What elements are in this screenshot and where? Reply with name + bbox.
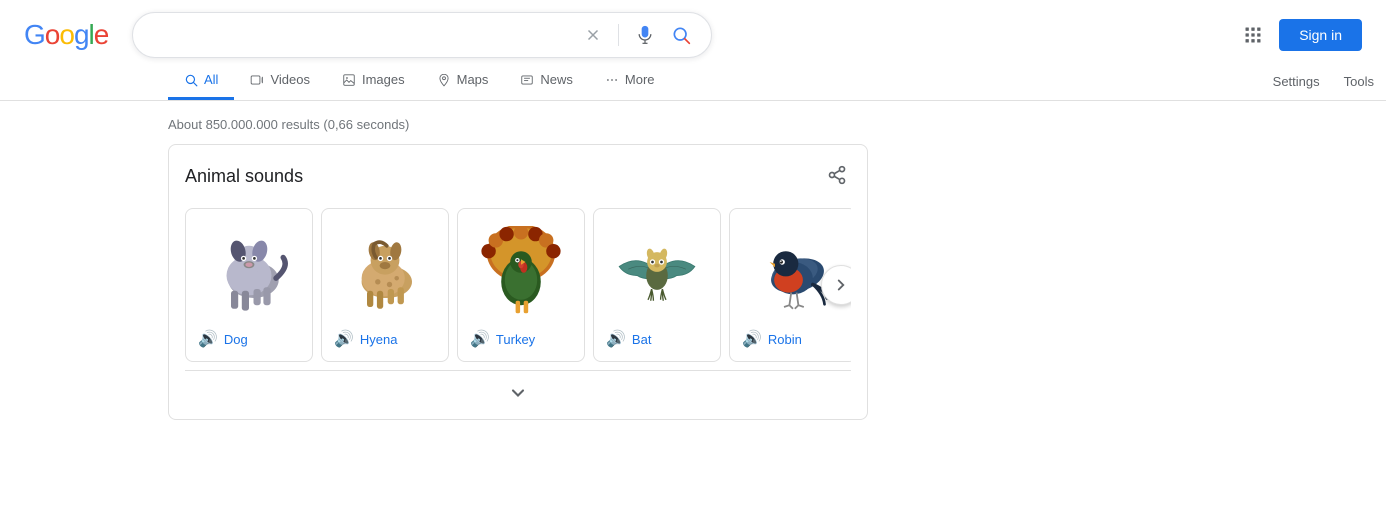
sound-icon-robin: 🔊 — [742, 329, 762, 349]
chevron-right-icon — [832, 276, 850, 294]
animal-name-robin: Robin — [768, 332, 802, 347]
card-title: Animal sounds — [185, 166, 303, 187]
search-input[interactable]: What sound does a dog make — [149, 26, 572, 44]
animal-name-turkey: Turkey — [496, 332, 535, 347]
more-tab-icon — [605, 73, 619, 87]
animal-name-row-robin: 🔊 Robin — [742, 329, 844, 349]
voice-search-button[interactable] — [631, 21, 659, 49]
video-tab-icon — [250, 73, 264, 87]
animal-image-hyena — [334, 221, 436, 321]
tab-videos[interactable]: Videos — [234, 62, 326, 100]
logo-letter-e: e — [94, 19, 109, 50]
sign-in-button[interactable]: Sign in — [1279, 19, 1362, 51]
settings-label: Settings — [1273, 74, 1320, 89]
tab-news-label: News — [540, 72, 573, 87]
chevron-down-icon — [508, 383, 528, 403]
animal-name-hyena: Hyena — [360, 332, 398, 347]
animal-name-row-bat: 🔊 Bat — [606, 329, 708, 349]
tab-videos-label: Videos — [270, 72, 310, 87]
header-right: Sign in — [1235, 17, 1362, 53]
sound-icon-turkey: 🔊 — [470, 329, 490, 349]
share-button[interactable] — [823, 161, 851, 192]
tab-maps-label: Maps — [457, 72, 489, 87]
robin-illustration — [748, 226, 838, 316]
share-icon — [827, 165, 847, 185]
results-count: About 850.000.000 results (0,66 seconds) — [168, 109, 1386, 144]
clear-search-button[interactable] — [580, 22, 606, 48]
results-area: About 850.000.000 results (0,66 seconds)… — [0, 101, 1386, 420]
dog-illustration — [204, 226, 294, 316]
tools-label: Tools — [1344, 74, 1374, 89]
animal-name-dog: Dog — [224, 332, 248, 347]
search-tab-icon — [184, 73, 198, 87]
tab-all-label: All — [204, 72, 218, 87]
logo-letter-g2: g — [74, 19, 89, 50]
tab-news[interactable]: News — [504, 62, 589, 100]
tab-more[interactable]: More — [589, 62, 671, 100]
tools-button[interactable]: Tools — [1332, 64, 1386, 99]
card-header: Animal sounds — [185, 161, 851, 192]
animal-card-hyena[interactable]: 🔊 Hyena — [321, 208, 449, 362]
animal-sounds-card: Animal sounds — [168, 144, 868, 420]
hyena-illustration — [340, 226, 430, 316]
tab-maps[interactable]: Maps — [421, 62, 505, 100]
animal-card-dog[interactable]: 🔊 Dog — [185, 208, 313, 362]
animal-name-row-dog: 🔊 Dog — [198, 329, 300, 349]
animal-image-turkey — [470, 221, 572, 321]
animal-name-row-turkey: 🔊 Turkey — [470, 329, 572, 349]
turkey-illustration — [476, 226, 566, 316]
apps-grid-icon — [1243, 25, 1263, 45]
bat-illustration — [612, 226, 702, 316]
logo-letter-o1: o — [45, 19, 60, 50]
logo-letter-g: G — [24, 19, 45, 50]
search-bar: What sound does a dog make — [132, 12, 712, 58]
sound-icon-hyena: 🔊 — [334, 329, 354, 349]
map-tab-icon — [437, 73, 451, 87]
sound-icon-dog: 🔊 — [198, 329, 218, 349]
tab-images-label: Images — [362, 72, 405, 87]
animal-card-bat[interactable]: 🔊 Bat — [593, 208, 721, 362]
animal-image-dog — [198, 221, 300, 321]
card-expand-footer[interactable] — [185, 370, 851, 403]
search-icon — [671, 25, 691, 45]
tab-all[interactable]: All — [168, 62, 234, 100]
search-divider — [618, 24, 619, 46]
logo-letter-o2: o — [59, 19, 74, 50]
header: Google What sound does a dog make — [0, 0, 1386, 58]
animals-scroll: 🔊 Dog — [185, 208, 851, 362]
tab-more-label: More — [625, 72, 655, 87]
news-tab-icon — [520, 73, 534, 87]
animal-image-bat — [606, 221, 708, 321]
animal-name-row-hyena: 🔊 Hyena — [334, 329, 436, 349]
animal-card-turkey[interactable]: 🔊 Turkey — [457, 208, 585, 362]
logo[interactable]: Google — [24, 19, 108, 51]
visual-search-button[interactable] — [667, 21, 695, 49]
search-nav: All Videos Images Maps News — [0, 62, 1386, 101]
sound-icon-bat: 🔊 — [606, 329, 626, 349]
image-tab-icon — [342, 73, 356, 87]
microphone-icon — [635, 25, 655, 45]
apps-button[interactable] — [1235, 17, 1271, 53]
tab-images[interactable]: Images — [326, 62, 421, 100]
settings-button[interactable]: Settings — [1261, 64, 1332, 99]
close-icon — [584, 26, 602, 44]
animal-name-bat: Bat — [632, 332, 652, 347]
